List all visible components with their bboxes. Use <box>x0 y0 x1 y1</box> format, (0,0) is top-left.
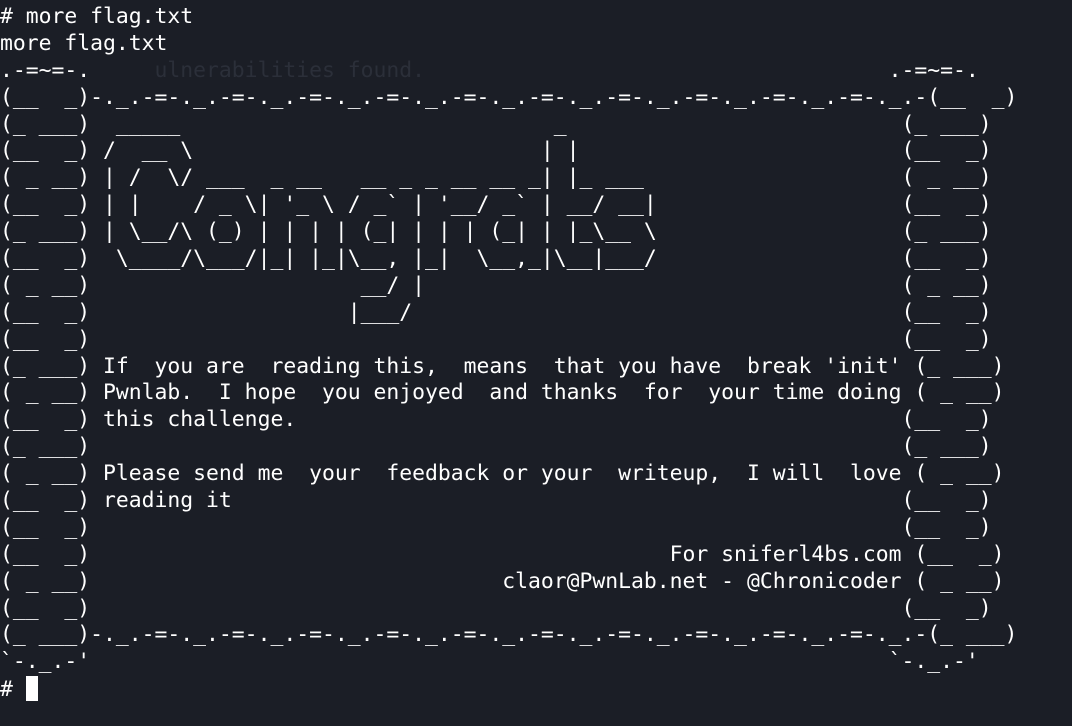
scroll-top-edge: .-=~=-. .-=~=-. <box>0 57 979 83</box>
signature-line: ( _ __) claor@PwnLab.net - @Chronicoder … <box>0 568 1005 594</box>
command-echo: more flag.txt <box>0 30 168 56</box>
scroll-bottom-border: (_ ___)-._.-=-._.-=-._.-=-._.-=-._.-=-._… <box>0 622 1018 648</box>
message-line: ( _ __) Pwnlab. I hope you enjoyed and t… <box>0 380 1005 406</box>
terminal-window[interactable]: ulnerabilities found. # more flag.txt mor… <box>0 0 1072 726</box>
text-cursor[interactable] <box>25 676 38 702</box>
scroll-body-line: (__ _) (__ _) <box>0 326 992 352</box>
ascii-banner-line: ( _ __) __/ | ( _ __) <box>0 272 992 298</box>
terminal-output[interactable]: # more flag.txt more flag.txt .-=~=-. .-=~… <box>0 4 1017 703</box>
ascii-banner-line: (__ _) |___/ (__ _) <box>0 299 992 325</box>
command-echo: # more flag.txt <box>0 4 194 29</box>
scroll-body-line: (__ _) (__ _) <box>0 595 992 621</box>
message-line: (__ _) this challenge. (__ _) <box>0 407 992 433</box>
message-line: ( _ __) Please send me your feedback or … <box>0 461 1005 487</box>
signature-line: (__ _) For sniferl4bs.com (__ _) <box>0 541 1005 567</box>
scroll-bottom-edge: `-._.-' `-._.-' <box>0 649 979 675</box>
ascii-banner-line: (__ _) | | / _ \| '_ \ / _` | '__/ _` | … <box>0 192 992 218</box>
ascii-banner-line: (_ ___) _____ _ (_ ___) <box>0 111 992 137</box>
ascii-banner-line: (__ _) \____/\___/|_| |_|\__, |_| \__,_|… <box>0 246 992 272</box>
shell-prompt: # <box>0 677 26 703</box>
message-line: (__ _) reading it (__ _) <box>0 488 992 514</box>
scroll-top-border: (__ _)-._.-=-._.-=-._.-=-._.-=-._.-=-._.… <box>0 84 1018 110</box>
ascii-banner-line: ( _ __) | / \/ ___ _ __ __ _ _ __ __ _| … <box>0 165 992 191</box>
scroll-body-line: (_ ___) (_ ___) <box>0 434 992 460</box>
ascii-banner-line: (_ ___) | \__/\ (_) | | | | (_| | | | (_… <box>0 219 992 245</box>
message-line: (_ ___) If you are reading this, means t… <box>0 353 1005 379</box>
scroll-body-line: (__ _) (__ _) <box>0 514 992 540</box>
ascii-banner-line: (__ _) / __ \ | | (__ _) <box>0 138 992 164</box>
prompt-line[interactable]: # <box>0 676 1017 703</box>
